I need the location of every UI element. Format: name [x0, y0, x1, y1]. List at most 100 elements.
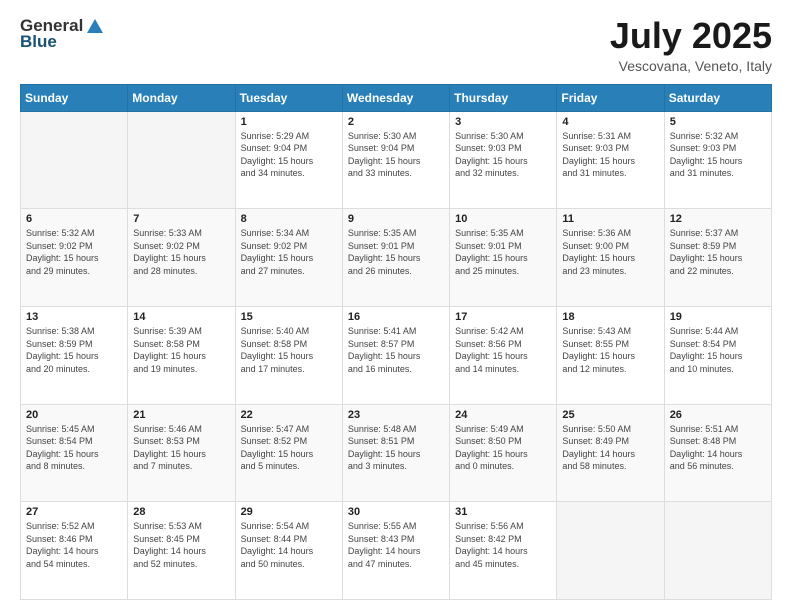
calendar-week-row: 20 Sunrise: 5:45 AM Sunset: 8:54 PM Dayli…: [21, 404, 772, 502]
calendar-cell: 10 Sunrise: 5:35 AM Sunset: 9:01 PM Dayli…: [450, 209, 557, 307]
day-info: Sunrise: 5:47 AM Sunset: 8:52 PM Dayligh…: [241, 423, 337, 473]
day-info: Sunrise: 5:54 AM Sunset: 8:44 PM Dayligh…: [241, 520, 337, 570]
day-number: 2: [348, 116, 444, 128]
day-number: 26: [670, 409, 766, 421]
calendar-day-header: Sunday: [21, 84, 128, 111]
day-number: 6: [26, 213, 122, 225]
day-number: 14: [133, 311, 229, 323]
calendar-week-row: 27Sunrise: 5:52 AM Sunset: 8:46 PM Dayli…: [21, 502, 772, 600]
calendar-cell: 9 Sunrise: 5:35 AM Sunset: 9:01 PM Daylig…: [342, 209, 449, 307]
calendar-cell: 3 Sunrise: 5:30 AM Sunset: 9:03 PM Daylig…: [450, 111, 557, 209]
logo: General Blue: [20, 16, 105, 52]
calendar-day-header: Monday: [128, 84, 235, 111]
day-number: 30: [348, 506, 444, 518]
calendar-cell: 25 Sunrise: 5:50 AM Sunset: 8:49 PM Dayli…: [557, 404, 664, 502]
page: General Blue July 2025 Vescovana, Veneto…: [0, 0, 792, 612]
day-info: Sunrise: 5:39 AM Sunset: 8:58 PM Dayligh…: [133, 325, 229, 375]
calendar-day-header: Saturday: [664, 84, 771, 111]
day-number: 19: [670, 311, 766, 323]
day-number: 31: [455, 506, 551, 518]
calendar-cell: 24Sunrise: 5:49 AM Sunset: 8:50 PM Dayli…: [450, 404, 557, 502]
calendar-cell: 2 Sunrise: 5:30 AM Sunset: 9:04 PM Daylig…: [342, 111, 449, 209]
calendar-day-header: Friday: [557, 84, 664, 111]
day-info: Sunrise: 5:49 AM Sunset: 8:50 PM Dayligh…: [455, 423, 551, 473]
calendar-table: SundayMondayTuesdayWednesdayThursdayFrid…: [20, 84, 772, 600]
day-number: 11: [562, 213, 658, 225]
day-info: Sunrise: 5:53 AM Sunset: 8:45 PM Dayligh…: [133, 520, 229, 570]
day-info: Sunrise: 5:51 AM Sunset: 8:48 PM Dayligh…: [670, 423, 766, 473]
day-info: Sunrise: 5:32 AM Sunset: 9:02 PM Dayligh…: [26, 227, 122, 277]
day-number: 22: [241, 409, 337, 421]
day-number: 20: [26, 409, 122, 421]
calendar-day-header: Wednesday: [342, 84, 449, 111]
day-info: Sunrise: 5:30 AM Sunset: 9:03 PM Dayligh…: [455, 130, 551, 180]
logo-blue: Blue: [20, 32, 57, 52]
day-info: Sunrise: 5:44 AM Sunset: 8:54 PM Dayligh…: [670, 325, 766, 375]
calendar-cell: 14 Sunrise: 5:39 AM Sunset: 8:58 PM Dayli…: [128, 306, 235, 404]
day-info: Sunrise: 5:34 AM Sunset: 9:02 PM Dayligh…: [241, 227, 337, 277]
calendar-cell: 17Sunrise: 5:42 AM Sunset: 8:56 PM Dayli…: [450, 306, 557, 404]
day-number: 10: [455, 213, 551, 225]
calendar-cell: 4Sunrise: 5:31 AM Sunset: 9:03 PM Daylig…: [557, 111, 664, 209]
day-number: 21: [133, 409, 229, 421]
calendar-week-row: 13Sunrise: 5:38 AM Sunset: 8:59 PM Dayli…: [21, 306, 772, 404]
day-number: 16: [348, 311, 444, 323]
day-info: Sunrise: 5:37 AM Sunset: 8:59 PM Dayligh…: [670, 227, 766, 277]
calendar-cell: 26 Sunrise: 5:51 AM Sunset: 8:48 PM Dayli…: [664, 404, 771, 502]
calendar-cell: [664, 502, 771, 600]
calendar-cell: 22 Sunrise: 5:47 AM Sunset: 8:52 PM Dayli…: [235, 404, 342, 502]
calendar-cell: 21 Sunrise: 5:46 AM Sunset: 8:53 PM Dayli…: [128, 404, 235, 502]
day-info: Sunrise: 5:56 AM Sunset: 8:42 PM Dayligh…: [455, 520, 551, 570]
calendar-cell: [21, 111, 128, 209]
day-number: 3: [455, 116, 551, 128]
day-info: Sunrise: 5:50 AM Sunset: 8:49 PM Dayligh…: [562, 423, 658, 473]
day-info: Sunrise: 5:41 AM Sunset: 8:57 PM Dayligh…: [348, 325, 444, 375]
calendar-cell: [128, 111, 235, 209]
calendar-cell: 31 Sunrise: 5:56 AM Sunset: 8:42 PM Dayli…: [450, 502, 557, 600]
calendar-cell: 6 Sunrise: 5:32 AM Sunset: 9:02 PM Daylig…: [21, 209, 128, 307]
day-number: 29: [241, 506, 337, 518]
calendar-cell: 13Sunrise: 5:38 AM Sunset: 8:59 PM Dayli…: [21, 306, 128, 404]
day-info: Sunrise: 5:46 AM Sunset: 8:53 PM Dayligh…: [133, 423, 229, 473]
calendar-cell: 27Sunrise: 5:52 AM Sunset: 8:46 PM Dayli…: [21, 502, 128, 600]
calendar-cell: 15Sunrise: 5:40 AM Sunset: 8:58 PM Dayli…: [235, 306, 342, 404]
day-info: Sunrise: 5:29 AM Sunset: 9:04 PM Dayligh…: [241, 130, 337, 180]
calendar-cell: 5 Sunrise: 5:32 AM Sunset: 9:03 PM Daylig…: [664, 111, 771, 209]
day-number: 25: [562, 409, 658, 421]
day-info: Sunrise: 5:55 AM Sunset: 8:43 PM Dayligh…: [348, 520, 444, 570]
day-info: Sunrise: 5:40 AM Sunset: 8:58 PM Dayligh…: [241, 325, 337, 375]
calendar-week-row: 6 Sunrise: 5:32 AM Sunset: 9:02 PM Daylig…: [21, 209, 772, 307]
day-number: 9: [348, 213, 444, 225]
calendar-cell: 23Sunrise: 5:48 AM Sunset: 8:51 PM Dayli…: [342, 404, 449, 502]
calendar-cell: 19 Sunrise: 5:44 AM Sunset: 8:54 PM Dayli…: [664, 306, 771, 404]
calendar-cell: 16 Sunrise: 5:41 AM Sunset: 8:57 PM Dayli…: [342, 306, 449, 404]
title-block: July 2025 Vescovana, Veneto, Italy: [610, 16, 772, 74]
day-info: Sunrise: 5:30 AM Sunset: 9:04 PM Dayligh…: [348, 130, 444, 180]
day-number: 13: [26, 311, 122, 323]
calendar-cell: 30 Sunrise: 5:55 AM Sunset: 8:43 PM Dayli…: [342, 502, 449, 600]
calendar-cell: 20 Sunrise: 5:45 AM Sunset: 8:54 PM Dayli…: [21, 404, 128, 502]
day-number: 17: [455, 311, 551, 323]
day-info: Sunrise: 5:36 AM Sunset: 9:00 PM Dayligh…: [562, 227, 658, 277]
calendar-cell: 29 Sunrise: 5:54 AM Sunset: 8:44 PM Dayli…: [235, 502, 342, 600]
day-info: Sunrise: 5:32 AM Sunset: 9:03 PM Dayligh…: [670, 130, 766, 180]
calendar-header-row: SundayMondayTuesdayWednesdayThursdayFrid…: [21, 84, 772, 111]
calendar-cell: 1Sunrise: 5:29 AM Sunset: 9:04 PM Daylig…: [235, 111, 342, 209]
calendar-cell: 11 Sunrise: 5:36 AM Sunset: 9:00 PM Dayli…: [557, 209, 664, 307]
day-info: Sunrise: 5:35 AM Sunset: 9:01 PM Dayligh…: [348, 227, 444, 277]
day-info: Sunrise: 5:35 AM Sunset: 9:01 PM Dayligh…: [455, 227, 551, 277]
day-number: 28: [133, 506, 229, 518]
calendar-cell: 28 Sunrise: 5:53 AM Sunset: 8:45 PM Dayli…: [128, 502, 235, 600]
day-number: 4: [562, 116, 658, 128]
day-number: 8: [241, 213, 337, 225]
header: General Blue July 2025 Vescovana, Veneto…: [20, 16, 772, 74]
calendar-cell: 12 Sunrise: 5:37 AM Sunset: 8:59 PM Dayli…: [664, 209, 771, 307]
day-number: 5: [670, 116, 766, 128]
calendar-cell: [557, 502, 664, 600]
day-number: 23: [348, 409, 444, 421]
day-info: Sunrise: 5:33 AM Sunset: 9:02 PM Dayligh…: [133, 227, 229, 277]
calendar-cell: 7Sunrise: 5:33 AM Sunset: 9:02 PM Daylig…: [128, 209, 235, 307]
calendar-day-header: Thursday: [450, 84, 557, 111]
day-info: Sunrise: 5:45 AM Sunset: 8:54 PM Dayligh…: [26, 423, 122, 473]
day-number: 12: [670, 213, 766, 225]
